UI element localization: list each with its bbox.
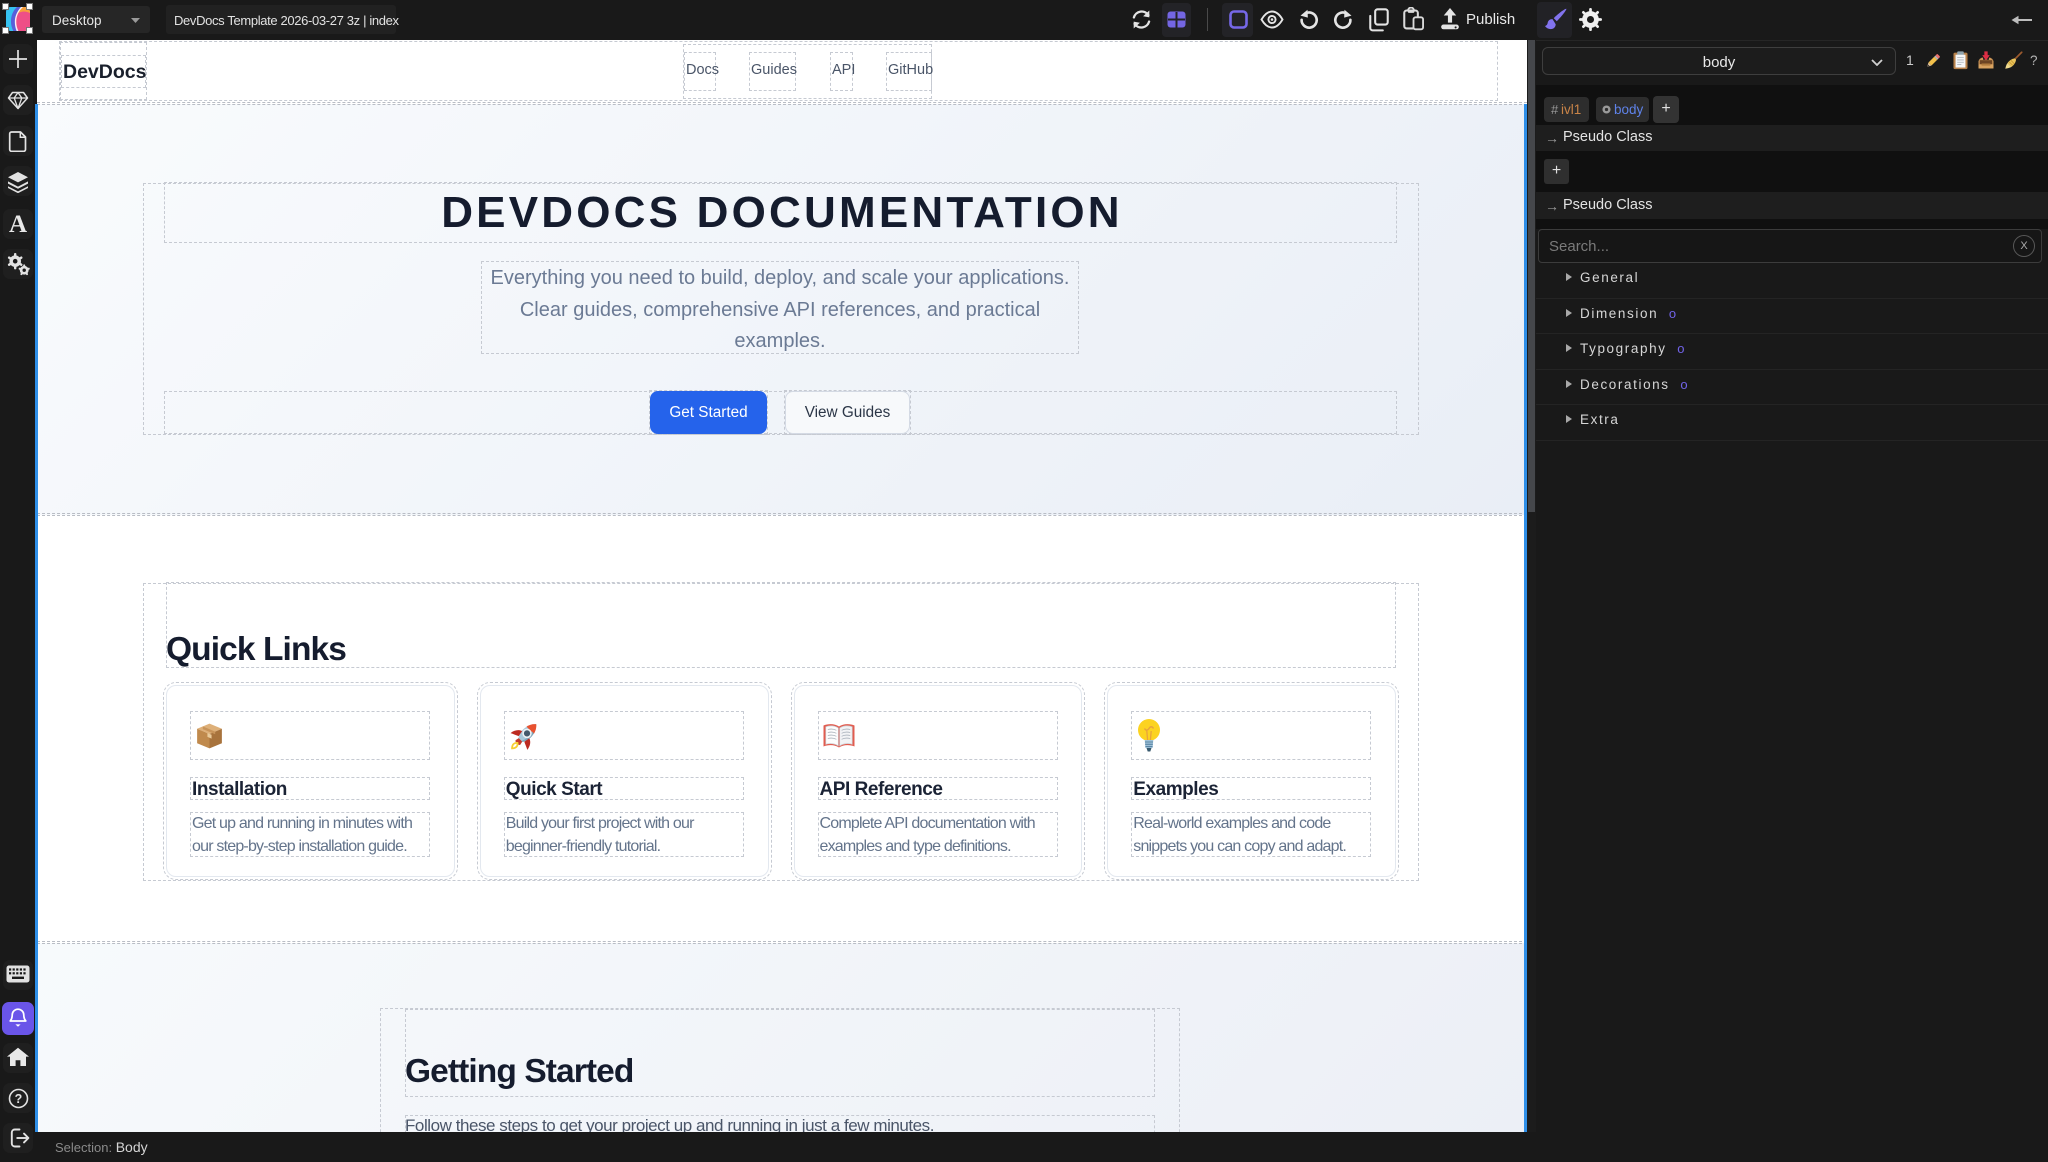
svg-text:?: ?: [15, 1092, 23, 1106]
